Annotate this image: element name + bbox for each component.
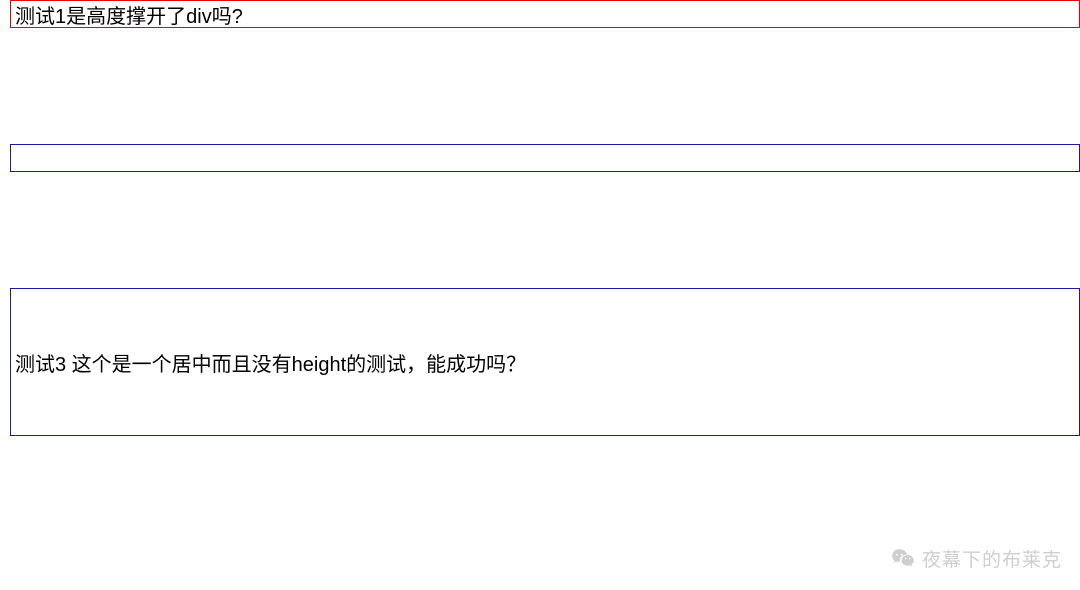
test-box-1-text: 测试1是高度撑开了div吗? [15, 0, 243, 29]
test-box-1: 测试1是高度撑开了div吗? [10, 0, 1080, 28]
test-box-3: 测试3 这个是一个居中而且没有height的测试，能成功吗？ [10, 288, 1080, 436]
watermark: 夜幕下的布莱克 [890, 545, 1062, 572]
test-box-3-text: 测试3 这个是一个居中而且没有height的测试，能成功吗？ [15, 348, 526, 377]
test-box-2 [10, 144, 1080, 172]
watermark-text: 夜幕下的布莱克 [922, 545, 1062, 572]
wechat-icon [890, 546, 916, 572]
